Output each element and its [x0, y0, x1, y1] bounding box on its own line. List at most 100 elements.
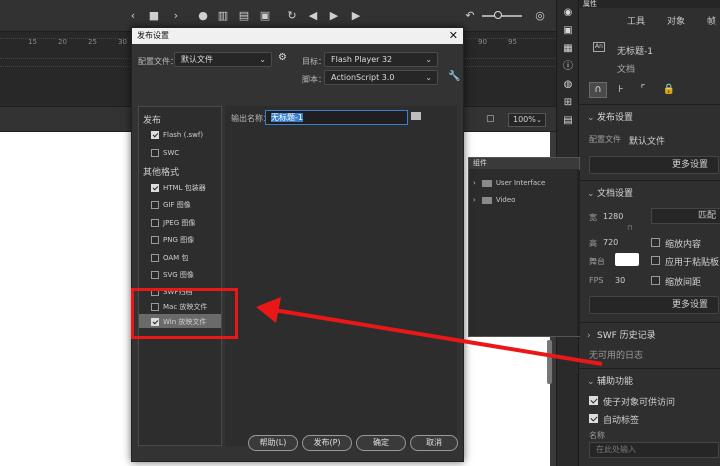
target-select[interactable]: Flash Player 32 ⌄ [324, 52, 438, 67]
publish-section-header[interactable]: ⌄ 发布设置 [587, 110, 633, 123]
frame-zoom-slider[interactable] [482, 15, 522, 17]
checkbox[interactable] [151, 131, 159, 139]
swf-history-header[interactable]: › SWF 历史记录 [587, 328, 656, 341]
profile-label: 配置文件 [589, 135, 621, 144]
publish-settings-dialog: 发布设置 ✕ 配置文件： 默认文件 ⌄ ⚙ 目标： Flash Player 32… [131, 27, 464, 462]
zoom-select[interactable]: 100% ⌄ [508, 113, 546, 127]
frames-icon[interactable]: ▤ [237, 9, 251, 23]
fps-value[interactable]: 30 [615, 276, 625, 285]
document-settings-header[interactable]: ⌄ 文档设置 [587, 186, 633, 199]
format-item-jpeg[interactable]: JPEG 图像 [151, 218, 195, 228]
publish-button[interactable]: 发布(P) [302, 435, 352, 451]
checkbox[interactable] [151, 219, 159, 227]
undo-icon[interactable]: ↶ [463, 9, 477, 23]
step-forward-icon[interactable]: ▶ [349, 9, 363, 23]
profile-value[interactable]: 默认文件 [629, 134, 665, 147]
camera-icon[interactable]: ▣ [258, 9, 272, 23]
tab-frame[interactable]: 帧 [707, 14, 716, 27]
lock-icon[interactable]: 🔒 [661, 82, 677, 98]
stage-color-swatch[interactable] [615, 253, 639, 266]
edit-multiple-icon[interactable]: ▥ [216, 9, 230, 23]
components-icon[interactable]: ▤ [561, 114, 575, 128]
format-item-gif[interactable]: GIF 图像 [151, 200, 191, 210]
checkbox[interactable] [151, 254, 159, 262]
checkbox[interactable] [151, 184, 159, 192]
checkbox[interactable] [151, 149, 159, 157]
close-icon[interactable]: ✕ [449, 28, 458, 44]
settings-icon[interactable]: ◎ [533, 9, 547, 23]
properties-icon[interactable]: ◉ [561, 6, 575, 20]
script-select[interactable]: ActionScript 3.0 ⌄ [324, 70, 438, 85]
crop-icon[interactable]: ▢ [486, 114, 496, 124]
link-icon[interactable]: ⊓ [627, 224, 632, 232]
name-input[interactable]: 在此处输入 [589, 442, 719, 458]
wrench-icon[interactable]: 🔧 [448, 71, 460, 82]
annotation-highlight-box [131, 288, 238, 339]
stage-mode-icon[interactable]: ∩ [589, 82, 607, 98]
format-item-svg[interactable]: SVG 图像 [151, 270, 194, 280]
loop-icon[interactable]: ↻ [285, 9, 299, 23]
align-icon[interactable]: ▦ [561, 42, 575, 56]
format-item-html[interactable]: HTML 包装器 [151, 183, 206, 193]
accessibility-header[interactable]: ⌄ 辅助功能 [587, 374, 633, 387]
scale-spacing-checkbox[interactable] [651, 276, 660, 285]
chevron-left-icon[interactable]: ‹ [126, 9, 140, 23]
slider-handle[interactable] [494, 11, 502, 19]
stop-icon[interactable]: ■ [147, 9, 161, 23]
play-icon[interactable]: ▶ [327, 9, 341, 23]
onion-skin-icon[interactable]: ● [196, 9, 210, 23]
transform-icon[interactable]: ⊞ [561, 96, 575, 110]
dialog-title: 发布设置 [137, 31, 169, 40]
snap-icon[interactable]: ⊦ [613, 82, 629, 98]
checkbox[interactable] [151, 271, 159, 279]
more-settings-button[interactable]: 更多设置 [589, 156, 719, 174]
frame-number: 95 [508, 38, 517, 46]
output-name-input[interactable]: 无标题-1 [265, 110, 408, 125]
checkbox[interactable] [151, 201, 159, 209]
vertical-scrollbar[interactable] [547, 340, 552, 384]
components-scrollbar[interactable] [577, 170, 580, 336]
accessible-children-checkbox[interactable] [589, 396, 598, 405]
cancel-button[interactable]: 取消 [410, 435, 458, 451]
panel-title: 属性 [583, 0, 597, 8]
fps-label: FPS [589, 276, 604, 285]
group-publish: 发布 [143, 116, 162, 126]
help-button[interactable]: 帮助(L) [248, 435, 298, 451]
step-back-icon[interactable]: ◀ [306, 9, 320, 23]
info-icon[interactable]: ⓘ [561, 60, 575, 74]
tab-object[interactable]: 对象 [667, 14, 685, 27]
ok-button[interactable]: 确定 [356, 435, 406, 451]
apply-paste-checkbox[interactable] [651, 256, 660, 265]
chevron-right-icon[interactable]: › [169, 9, 183, 23]
profile-select[interactable]: 默认文件 ⌄ [174, 52, 272, 67]
name-label: 名称 [589, 431, 605, 440]
more-settings-button-2[interactable]: 更多设置 [589, 296, 719, 314]
format-item-swc[interactable]: SWC [151, 149, 179, 157]
gear-icon[interactable]: ⚙ [278, 52, 287, 63]
checkbox[interactable] [151, 236, 159, 244]
chevron-down-icon: ⌄ [587, 377, 595, 387]
auto-label-checkbox[interactable] [589, 414, 598, 423]
component-folder-video[interactable]: › Video [473, 196, 515, 204]
format-item-flash[interactable]: Flash (.swf) [151, 131, 203, 139]
stage-label: 舞台 [589, 257, 605, 266]
apply-paste-label: 应用于粘贴板 [665, 258, 720, 268]
folder-icon[interactable] [411, 112, 421, 120]
chevron-right-icon: › [587, 331, 591, 341]
properties-panel: 属性 工具 对象 帧 An 无标题-1 文档 ∩ ⊦ ⌜ 🔒 ⌄ 发布设置 配置文… [578, 0, 720, 466]
match-contents-button[interactable]: 匹配 [651, 208, 720, 224]
corner-icon[interactable]: ⌜ [635, 82, 651, 98]
height-value[interactable]: 720 [603, 238, 618, 247]
format-item-png[interactable]: PNG 图像 [151, 235, 194, 245]
color-icon[interactable]: ◍ [561, 78, 575, 92]
tab-tools[interactable]: 工具 [627, 14, 645, 27]
chevron-down-icon: ⌄ [425, 55, 432, 64]
height-label: 高 [589, 239, 597, 248]
width-value[interactable]: 1280 [603, 212, 623, 221]
format-item-oam[interactable]: OAM 包 [151, 253, 188, 263]
library-icon[interactable]: ▣ [561, 24, 575, 38]
no-log-text: 无可用的日志 [589, 351, 644, 361]
scale-content-checkbox[interactable] [651, 238, 660, 247]
dialog-body: 配置文件： 默认文件 ⌄ ⚙ 目标： Flash Player 32 ⌄ 脚本： A… [132, 44, 463, 461]
component-folder-user-interface[interactable]: › User Interface [473, 179, 545, 187]
